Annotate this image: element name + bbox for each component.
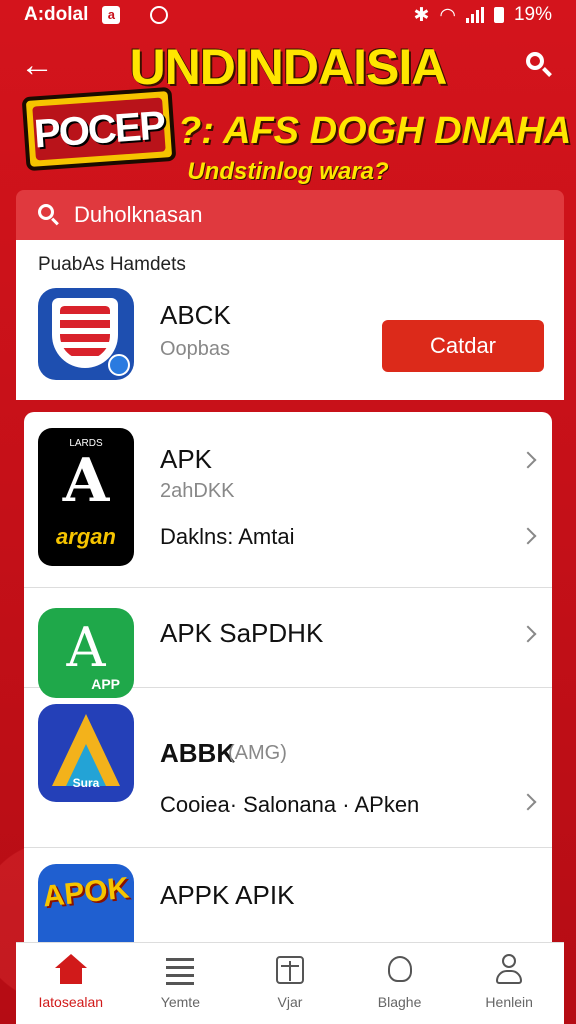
app-list: LARDS A argan APK 2ahDKK Daklns: Amtai A… <box>24 412 552 952</box>
list-item[interactable]: Sura ABBK (AMG) Cooiea· Salonana · APken <box>24 688 552 848</box>
banner-tagline: Undstinlog wara? <box>187 158 389 185</box>
battery-percent: 19% <box>513 4 552 25</box>
app-description: Daklns: Amtai <box>160 524 295 549</box>
chevron-right-icon <box>519 451 537 469</box>
nav-item-box[interactable]: Vjar <box>235 943 345 1024</box>
app-name: APPK APIK <box>160 880 295 910</box>
featured-app-subtitle: Oopbas <box>160 338 231 360</box>
chevron-right-icon <box>519 793 537 811</box>
nav-label: Vjar <box>277 994 303 1010</box>
featured-panel: PuabAs Hamdets ABCK Oopbas Catdar <box>16 240 564 400</box>
app-icon-green: A APP <box>38 608 134 698</box>
app-name: ABBK <box>160 738 236 768</box>
carrier-text: A:dolal <box>24 4 89 25</box>
list-icon <box>164 954 196 986</box>
list-item[interactable]: LARDS A argan APK 2ahDKK Daklns: Amtai <box>24 412 552 588</box>
app-version: 2ahDKK <box>160 480 235 502</box>
home-icon <box>54 954 87 986</box>
list-item[interactable]: APOK APPK APIK <box>24 848 552 952</box>
download-button[interactable]: Catdar <box>382 320 544 372</box>
search-input[interactable]: Duholknasan <box>74 202 202 228</box>
search-field-icon <box>38 204 60 226</box>
nav-item-profile[interactable]: Henlein <box>454 943 564 1024</box>
bluetooth-icon: ✱ <box>413 4 430 26</box>
featured-app-name: ABCK <box>160 300 231 330</box>
battery-icon <box>493 7 504 23</box>
nav-label: Yemte <box>160 994 200 1010</box>
app-name: APK <box>160 444 213 474</box>
notification-icon: a <box>102 6 121 24</box>
app-description: Cooiea· Salonana · APken <box>160 792 420 817</box>
list-item[interactable]: A APP APK SaPDHK <box>24 588 552 698</box>
app-name: APK SaPDHK <box>160 618 324 648</box>
search-icon[interactable] <box>522 48 556 82</box>
nav-item-face[interactable]: Blaghe <box>345 943 455 1024</box>
verified-badge-icon <box>108 354 130 376</box>
signal-icon <box>465 7 484 23</box>
chevron-right-icon <box>519 625 537 643</box>
app-tag: (AMG) <box>228 742 287 764</box>
page-title: UNDINDAISIA <box>129 39 448 95</box>
bottom-navigation: Iatosealan Yemte Vjar Blaghe Henlein <box>16 942 564 1024</box>
section-title: PuabAs Hamdets <box>38 254 186 275</box>
box-icon <box>274 954 306 986</box>
nav-label: Henlein <box>485 994 533 1010</box>
nav-item-list[interactable]: Yemte <box>126 943 236 1024</box>
wifi-icon: ◠ <box>439 4 456 26</box>
app-icon-triangle: Sura <box>38 704 134 802</box>
chevron-right-icon <box>519 527 537 545</box>
nav-label: Iatosealan <box>38 994 104 1010</box>
status-bar: A:dolal a ✱ ◠ 19% <box>0 0 576 30</box>
app-icon-apok: APOK <box>38 864 134 944</box>
search-bar[interactable]: Duholknasan <box>16 190 564 240</box>
face-icon <box>384 954 416 986</box>
user-icon <box>493 954 525 986</box>
app-icon-argan: LARDS A argan <box>38 428 134 566</box>
nav-label: Blaghe <box>377 994 422 1010</box>
nav-item-home[interactable]: Iatosealan <box>16 943 126 1024</box>
banner-subtitle: ?: AFS DOGH DNAHA <box>178 110 572 152</box>
sync-icon <box>150 6 169 24</box>
header-banner: ← UNDINDAISIA POCEP ?: AFS DOGH DNAHA Un… <box>0 34 576 185</box>
featured-app-icon[interactable] <box>38 288 134 380</box>
